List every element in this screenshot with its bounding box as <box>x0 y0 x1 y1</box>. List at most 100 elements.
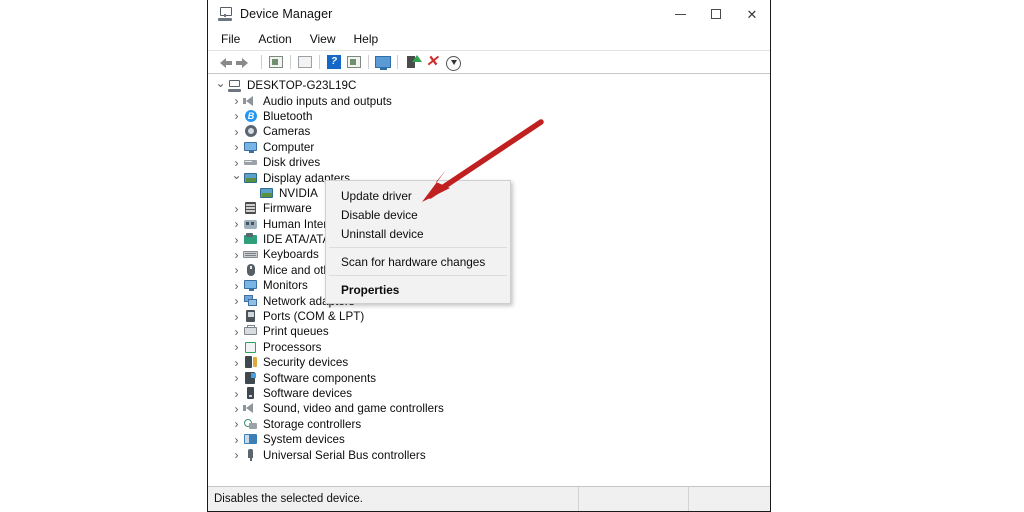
tree-item-software-components[interactable]: Software components <box>208 370 770 385</box>
window-title: Device Manager <box>240 7 332 21</box>
context-menu-item-properties[interactable]: Properties <box>326 280 510 299</box>
chevron-right-icon[interactable] <box>230 110 243 122</box>
tree-item-label: Audio inputs and outputs <box>263 95 392 108</box>
tree-item-sound-video-and-game-controllers[interactable]: Sound, video and game controllers <box>208 401 770 416</box>
install-legacy-icon[interactable] <box>442 53 462 71</box>
context-menu-item-disable-device[interactable]: Disable device <box>326 205 510 224</box>
toolbar-separator <box>368 55 369 69</box>
tree-root-row[interactable]: DESKTOP-G23L19C <box>208 78 770 93</box>
menu-file[interactable]: File <box>221 32 240 46</box>
context-menu[interactable]: Update driverDisable deviceUninstall dev… <box>325 180 511 304</box>
tree-item-processors[interactable]: Processors <box>208 340 770 355</box>
tree-item-label: Computer <box>263 141 314 154</box>
chevron-right-icon[interactable] <box>230 357 243 369</box>
tree-item-storage-controllers[interactable]: Storage controllers <box>208 417 770 432</box>
chevron-right-icon[interactable] <box>230 311 243 323</box>
chevron-right-icon[interactable] <box>230 449 243 461</box>
camera-icon <box>243 125 258 138</box>
menu-help[interactable]: Help <box>354 32 379 46</box>
keyboard-icon <box>243 248 258 261</box>
tree-item-computer[interactable]: Computer <box>208 140 770 155</box>
display-adapter-icon <box>259 187 274 200</box>
toolbar-separator <box>397 55 398 69</box>
chevron-right-icon[interactable] <box>230 264 243 276</box>
chevron-right-icon[interactable] <box>230 203 243 215</box>
chevron-right-icon[interactable] <box>230 126 243 138</box>
tree-item-label: Software components <box>263 372 376 385</box>
scan-hardware-icon[interactable] <box>344 53 364 71</box>
tree-item-label: Disk drives <box>263 156 320 169</box>
chevron-down-icon[interactable] <box>230 172 243 184</box>
hid-icon <box>243 218 258 231</box>
status-bar: Disables the selected device. <box>208 486 770 511</box>
back-arrow-icon[interactable] <box>217 53 237 71</box>
port-icon <box>243 310 258 323</box>
disk-drive-icon <box>243 156 258 169</box>
help-icon[interactable]: ? <box>324 53 344 71</box>
sound-controller-icon <box>243 402 258 415</box>
chevron-right-icon[interactable] <box>230 95 243 107</box>
tree-item-universal-serial-bus-controllers[interactable]: Universal Serial Bus controllers <box>208 447 770 462</box>
device-manager-icon <box>217 6 233 22</box>
context-menu-separator <box>329 247 507 248</box>
title-bar: Device Manager ✕ <box>208 0 770 28</box>
menu-view[interactable]: View <box>310 32 336 46</box>
enable-device-icon[interactable] <box>402 53 422 71</box>
toolbar-separator <box>290 55 291 69</box>
printer-icon <box>243 325 258 338</box>
tree-item-label: Monitors <box>263 279 308 292</box>
tree-item-label: Storage controllers <box>263 418 361 431</box>
chevron-down-icon[interactable] <box>214 80 227 92</box>
usb-controller-icon <box>243 449 258 462</box>
chevron-right-icon[interactable] <box>230 234 243 246</box>
processor-icon <box>243 341 258 354</box>
tree-item-label: Universal Serial Bus controllers <box>263 449 426 462</box>
tree-item-software-devices[interactable]: Software devices <box>208 386 770 401</box>
tree-item-print-queues[interactable]: Print queues <box>208 324 770 339</box>
chevron-right-icon[interactable] <box>230 326 243 338</box>
tree-item-security-devices[interactable]: Security devices <box>208 355 770 370</box>
chevron-right-icon[interactable] <box>230 157 243 169</box>
tree-item-label: Processors <box>263 341 322 354</box>
speaker-icon <box>243 95 258 108</box>
tree-item-audio-inputs-and-outputs[interactable]: Audio inputs and outputs <box>208 93 770 108</box>
tree-item-cameras[interactable]: Cameras <box>208 124 770 139</box>
menu-action[interactable]: Action <box>258 32 291 46</box>
tree-item-bluetooth[interactable]: Bluetooth <box>208 109 770 124</box>
context-menu-item-uninstall-device[interactable]: Uninstall device <box>326 224 510 243</box>
tree-item-label: Print queues <box>263 325 329 338</box>
properties-icon[interactable] <box>266 53 286 71</box>
minimize-button[interactable] <box>662 0 698 28</box>
tree-item-ports-com-lpt[interactable]: Ports (COM & LPT) <box>208 309 770 324</box>
monitor-icon <box>243 279 258 292</box>
tree-item-system-devices[interactable]: System devices <box>208 432 770 447</box>
chevron-right-icon[interactable] <box>230 418 243 430</box>
tree-item-label: Sound, video and game controllers <box>263 402 444 415</box>
show-hidden-devices-icon[interactable] <box>373 53 393 71</box>
status-cell-2 <box>688 487 771 511</box>
tree-item-label: Software devices <box>263 387 352 400</box>
update-driver-icon[interactable] <box>295 53 315 71</box>
close-button[interactable]: ✕ <box>734 0 770 28</box>
chevron-right-icon[interactable] <box>230 372 243 384</box>
chevron-right-icon[interactable] <box>230 434 243 446</box>
ide-controller-icon <box>243 233 258 246</box>
context-menu-item-scan-for-hardware-changes[interactable]: Scan for hardware changes <box>326 252 510 271</box>
software-device-icon <box>243 387 258 400</box>
chevron-right-icon[interactable] <box>230 249 243 261</box>
system-device-icon <box>243 433 258 446</box>
maximize-button[interactable] <box>698 0 734 28</box>
toolbar: ? ✕ <box>208 51 770 74</box>
chevron-right-icon[interactable] <box>230 280 243 292</box>
chevron-right-icon[interactable] <box>230 403 243 415</box>
tree-item-disk-drives[interactable]: Disk drives <box>208 155 770 170</box>
chevron-right-icon[interactable] <box>230 341 243 353</box>
context-menu-item-update-driver[interactable]: Update driver <box>326 186 510 205</box>
chevron-right-icon[interactable] <box>230 295 243 307</box>
chevron-right-icon[interactable] <box>230 218 243 230</box>
forward-arrow-icon[interactable] <box>237 53 257 71</box>
chevron-right-icon[interactable] <box>230 141 243 153</box>
display-adapter-icon <box>243 172 258 185</box>
chevron-right-icon[interactable] <box>230 388 243 400</box>
uninstall-device-icon[interactable]: ✕ <box>422 53 442 71</box>
